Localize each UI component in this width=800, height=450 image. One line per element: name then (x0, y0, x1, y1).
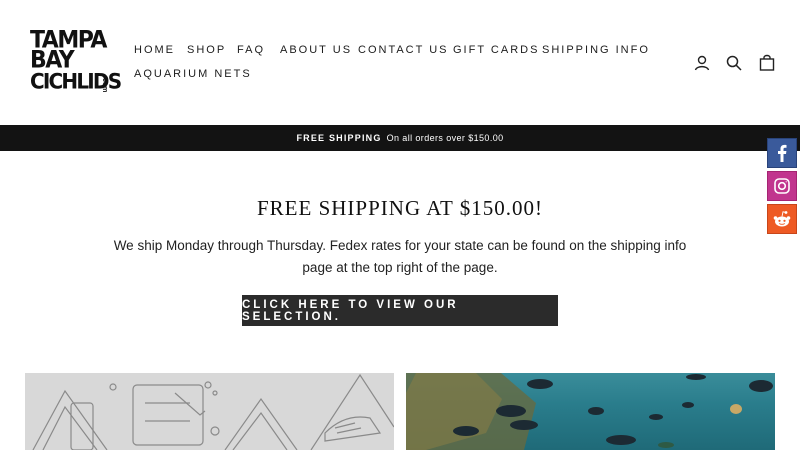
aquarium-photo-image (406, 373, 773, 450)
collection-tile-products[interactable] (25, 373, 394, 450)
brand-logo[interactable]: TAMPA BAY CICHLIDS .com (30, 28, 122, 96)
logo-line-3: CICHLIDS (30, 67, 122, 94)
instagram-icon (774, 178, 790, 194)
nav-item-about-us[interactable]: ABOUT US (280, 44, 352, 56)
nav-item-contact-us[interactable]: CONTACT US (358, 44, 449, 56)
facebook-button[interactable] (767, 138, 797, 168)
site-header: TAMPA BAY CICHLIDS .com HOME SHOP FAQ AB… (0, 0, 800, 125)
product-illustration-image (32, 373, 394, 450)
nav-item-shop[interactable]: SHOP (187, 44, 226, 56)
nav-item-gift-cards[interactable]: GIFT CARDS (453, 44, 539, 56)
user-icon[interactable] (693, 54, 711, 72)
cart-icon[interactable] (758, 54, 776, 72)
facebook-icon (778, 144, 787, 162)
hero-body: We ship Monday through Thursday. Fedex r… (113, 238, 687, 275)
nav-item-faq[interactable]: FAQ (237, 44, 265, 56)
logo-suffix: .com (101, 76, 108, 93)
search-icon[interactable] (725, 54, 743, 72)
announcement-strong: FREE SHIPPING (296, 133, 382, 143)
announcement-text: On all orders over $150.00 (386, 133, 504, 143)
nav-item-shipping-info[interactable]: SHIPPING INFO (542, 44, 650, 56)
nav-item-home[interactable]: HOME (134, 44, 175, 56)
announcement-bar[interactable]: FREE SHIPPING On all orders over $150.00 (0, 125, 800, 151)
view-selection-button[interactable]: CLICK HERE TO VIEW OUR SELECTION. (242, 295, 558, 326)
hero-title: FREE SHIPPING AT $150.00! (257, 196, 543, 220)
collection-tile-fish[interactable] (406, 373, 775, 450)
nav-item-aquarium-nets[interactable]: AQUARIUM NETS (134, 68, 252, 80)
